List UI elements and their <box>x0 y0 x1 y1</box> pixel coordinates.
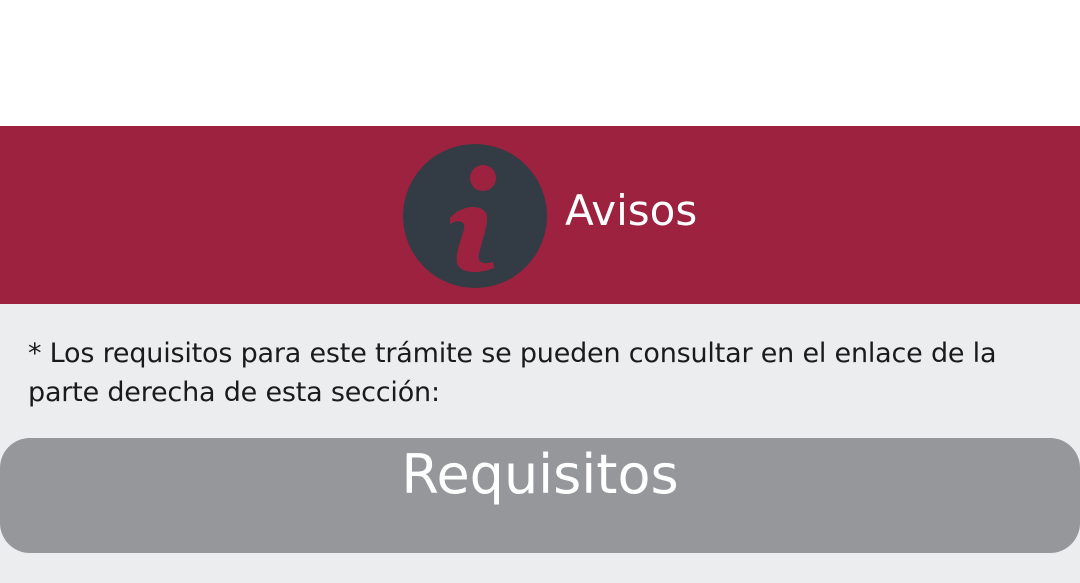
notice-body: * Los requisitos para este trámite se pu… <box>0 304 1080 583</box>
requirements-notice-text: * Los requisitos para este trámite se pu… <box>28 338 997 408</box>
notices-header: Avisos <box>0 126 1080 304</box>
requirements-button[interactable]: Requisitos <box>0 438 1080 553</box>
notices-title: Avisos <box>565 186 698 235</box>
info-icon <box>403 144 547 288</box>
top-blank-area <box>0 0 1080 126</box>
